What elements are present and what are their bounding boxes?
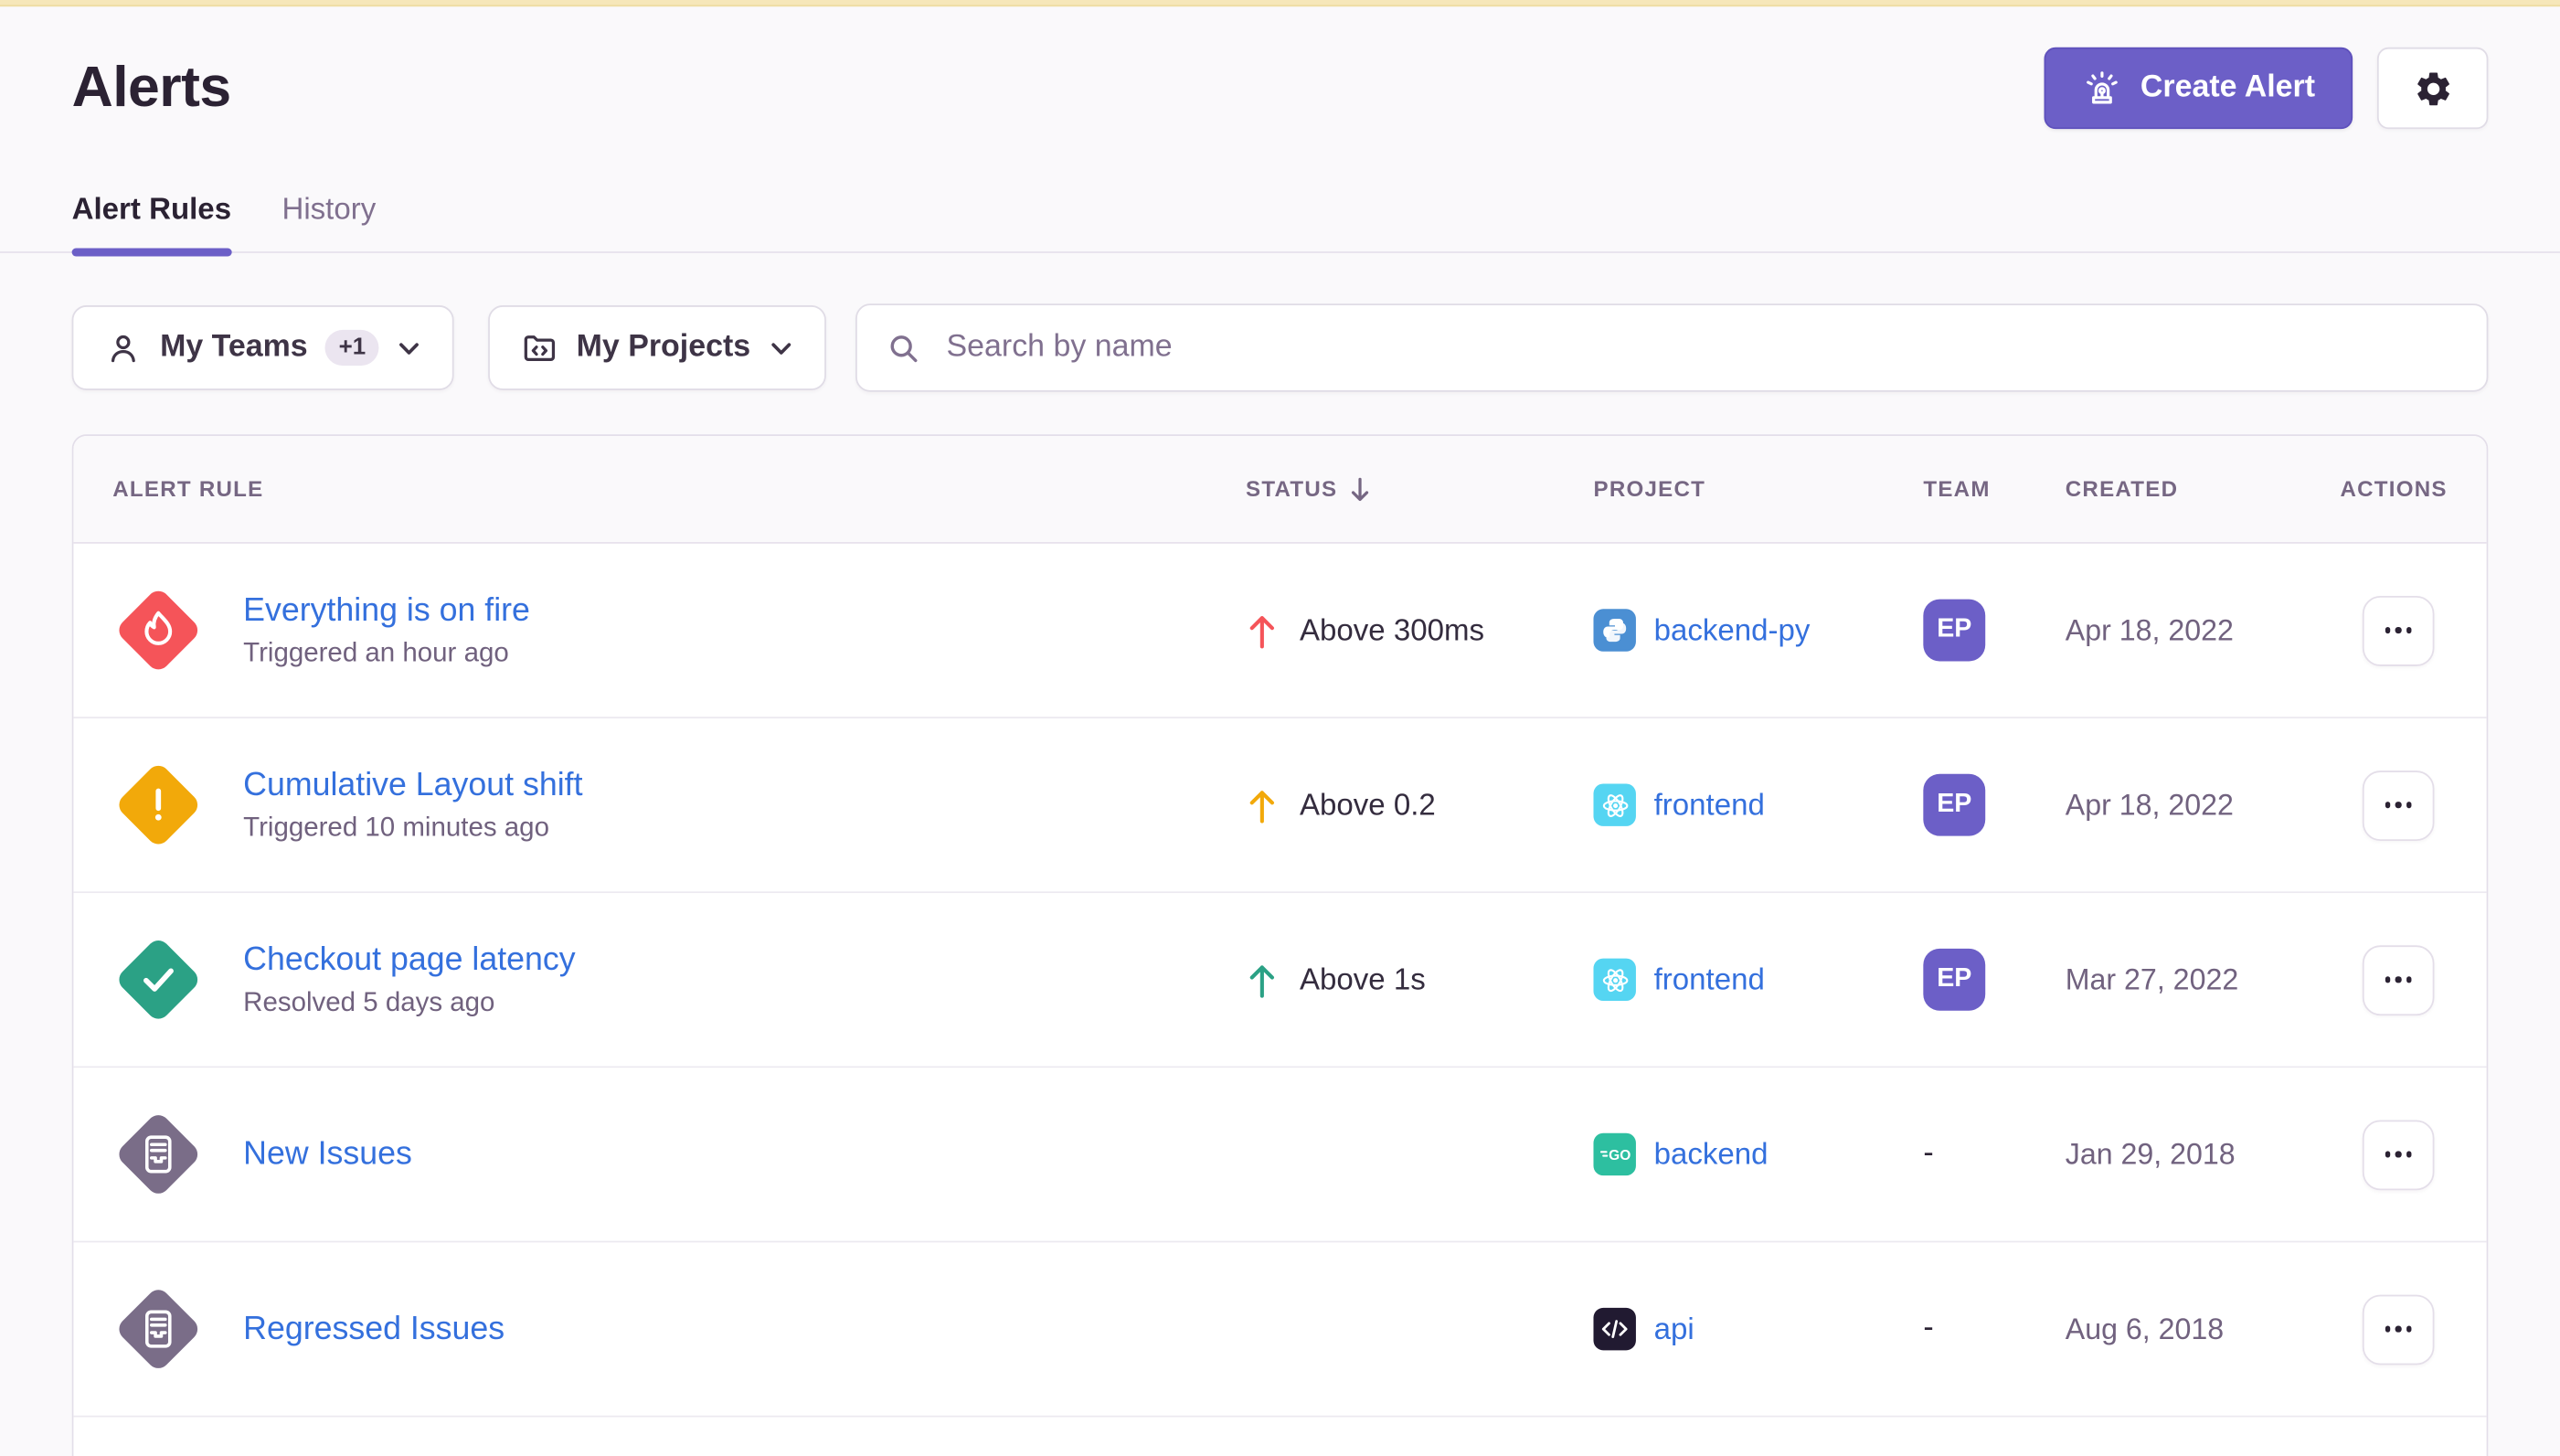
row-actions-button[interactable] (2363, 944, 2435, 1015)
projects-filter-button[interactable]: My Projects (488, 305, 825, 390)
row-actions-button[interactable] (2363, 1120, 2435, 1190)
svg-text:GO: GO (1609, 1148, 1631, 1164)
created-date: Apr 18, 2022 (2066, 613, 2327, 648)
project-link[interactable]: frontend (1654, 962, 1765, 997)
tab-history[interactable]: History (281, 191, 376, 251)
arrow-up-icon (1246, 959, 1279, 1000)
create-alert-button[interactable]: Create Alert (2044, 48, 2353, 129)
alert-rule-subtitle: Triggered an hour ago (243, 638, 530, 669)
team-avatar-badge[interactable]: EP (1923, 949, 1985, 1011)
created-date: Jan 29, 2018 (2066, 1137, 2327, 1172)
filter-bar: My Teams +1 My Projects (0, 303, 2560, 391)
search-box (855, 303, 2488, 391)
ellipsis-icon (2385, 977, 2412, 983)
ellipsis-icon (2385, 802, 2412, 807)
column-header-created[interactable]: Created (2066, 477, 2327, 502)
alert-rule-link[interactable]: Everything is on fire (243, 592, 530, 630)
team-none: - (1923, 1136, 1933, 1171)
column-header-team[interactable]: Team (1923, 477, 2065, 502)
fire-critical-diamond-icon (112, 585, 204, 676)
created-date: Apr 18, 2022 (2066, 788, 2327, 823)
issues-diamond-icon (112, 1283, 204, 1375)
sort-descending-arrow-icon (1347, 474, 1374, 504)
tab-alert-rules-label: Alert Rules (72, 191, 231, 226)
resolved-check-diamond-icon (112, 934, 204, 1026)
tab-history-label: History (281, 191, 376, 226)
tab-bar: Alert Rules History (0, 191, 2560, 253)
created-date: Aug 6, 2018 (2066, 1312, 2327, 1346)
go-platform-icon: GO (1593, 1133, 1635, 1175)
next-row-partial (73, 1418, 2486, 1456)
create-alert-label: Create Alert (2140, 70, 2315, 106)
column-header-actions: Actions (2327, 477, 2448, 502)
teams-filter-label: My Teams (160, 330, 308, 366)
team-avatar-badge[interactable]: EP (1923, 774, 1985, 836)
status-threshold: Above 300ms (1300, 612, 1484, 648)
gear-icon (2412, 68, 2453, 109)
tab-alert-rules[interactable]: Alert Rules (72, 191, 231, 251)
column-header-alert-rule[interactable]: Alert Rule (112, 477, 1246, 502)
alert-rule-link[interactable]: Cumulative Layout shift (243, 767, 582, 804)
table-row: Checkout page latency Resolved 5 days ag… (73, 893, 2486, 1068)
arrow-up-icon (1246, 610, 1279, 651)
team-none: - (1923, 1311, 1933, 1345)
alert-rule-subtitle: Resolved 5 days ago (243, 987, 575, 1018)
teams-filter-button[interactable]: My Teams +1 (72, 305, 454, 390)
python-platform-icon (1593, 609, 1635, 651)
status-threshold: Above 0.2 (1300, 787, 1436, 823)
person-icon (104, 329, 142, 367)
alert-rule-link[interactable]: New Issues (243, 1135, 412, 1173)
team-avatar-badge[interactable]: EP (1923, 600, 1985, 662)
table-row: Cumulative Layout shift Triggered 10 min… (73, 718, 2486, 893)
search-input[interactable] (943, 328, 2459, 367)
row-actions-button[interactable] (2363, 1294, 2435, 1365)
project-link[interactable]: frontend (1654, 787, 1765, 823)
header-actions: Create Alert (2044, 48, 2488, 129)
react-platform-icon (1593, 959, 1635, 1001)
ellipsis-icon (2385, 1326, 2412, 1332)
row-actions-button[interactable] (2363, 595, 2435, 665)
siren-icon (2082, 68, 2123, 109)
alert-rules-table: Alert Rule Status Project Team Created A… (72, 434, 2489, 1456)
ellipsis-icon (2385, 1152, 2412, 1157)
warning-diamond-icon (112, 760, 204, 851)
project-folder-code-icon (521, 329, 558, 367)
column-header-status[interactable]: Status (1246, 474, 1593, 504)
top-banner-strip (0, 0, 2560, 6)
project-link[interactable]: api (1654, 1311, 1694, 1346)
alert-rule-link[interactable]: Checkout page latency (243, 941, 575, 979)
table-row: Everything is on fire Triggered an hour … (73, 544, 2486, 718)
chevron-down-icon (769, 335, 793, 360)
alert-rule-subtitle: Triggered 10 minutes ago (243, 813, 582, 844)
arrow-up-icon (1246, 784, 1279, 825)
column-header-project[interactable]: Project (1593, 477, 1923, 502)
search-icon (885, 329, 922, 367)
teams-extra-count-badge: +1 (325, 329, 378, 366)
active-tab-underline (72, 249, 231, 257)
project-link[interactable]: backend (1654, 1136, 1769, 1172)
created-date: Mar 27, 2022 (2066, 962, 2327, 997)
page-header: Alerts Create Alert (0, 46, 2560, 131)
table-row: Regressed Issues api - Aug 6, 2018 (73, 1242, 2486, 1417)
project-link[interactable]: backend-py (1654, 612, 1811, 648)
settings-button[interactable] (2377, 48, 2488, 129)
table-header-row: Alert Rule Status Project Team Created A… (73, 436, 2486, 544)
status-threshold: Above 1s (1300, 962, 1426, 997)
ellipsis-icon (2385, 627, 2412, 632)
page-title: Alerts (72, 56, 231, 121)
issues-diamond-icon (112, 1109, 204, 1200)
projects-filter-label: My Projects (577, 330, 751, 366)
alert-rule-link[interactable]: Regressed Issues (243, 1311, 505, 1348)
react-platform-icon (1593, 783, 1635, 825)
chevron-down-icon (397, 335, 421, 360)
alerts-page: Alerts Create Alert (0, 0, 2560, 1450)
table-row: New Issues GO backend - Jan 29, 2018 (73, 1068, 2486, 1242)
row-actions-button[interactable] (2363, 770, 2435, 840)
code-platform-icon (1593, 1308, 1635, 1350)
